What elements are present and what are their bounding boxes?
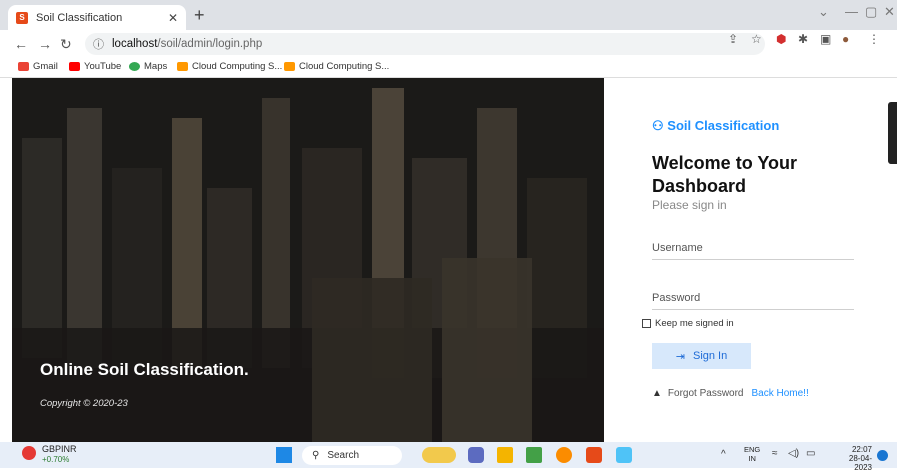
footer-links: ▲ Forgot Password Back Home!! bbox=[652, 388, 809, 399]
password-input[interactable] bbox=[652, 292, 854, 304]
welcome-heading: Welcome to Your Dashboard bbox=[652, 153, 798, 196]
site-favicon-icon: S bbox=[16, 11, 28, 24]
signin-subheading: Please sign in bbox=[652, 198, 727, 212]
bookmark-gmail[interactable]: Gmail bbox=[18, 61, 58, 72]
restore-icon[interactable]: ▢ bbox=[865, 4, 877, 20]
back-icon[interactable]: ← bbox=[14, 36, 28, 52]
sign-in-button[interactable]: ⇥ Sign In bbox=[652, 343, 751, 369]
keep-signed-in-checkbox[interactable]: Keep me signed in bbox=[642, 318, 734, 329]
sign-in-label: Sign In bbox=[692, 350, 728, 362]
gmail-icon bbox=[18, 62, 29, 71]
extensions-puzzle-icon[interactable]: ✱ bbox=[798, 32, 808, 46]
minimize-icon[interactable]: — bbox=[845, 4, 858, 19]
keep-signed-in-label: Keep me signed in bbox=[655, 318, 734, 329]
search-label: Search bbox=[327, 450, 360, 461]
widgets-icon[interactable] bbox=[422, 447, 456, 463]
city-skyline-illustration bbox=[12, 78, 604, 442]
stock-change: +0.70% bbox=[42, 455, 70, 464]
bookmark-star-icon[interactable]: ☆ bbox=[751, 32, 762, 46]
forgot-password-link[interactable]: Forgot Password bbox=[668, 388, 744, 399]
volume-icon[interactable]: ◁) bbox=[788, 448, 799, 459]
cloud-computing-icon bbox=[177, 62, 188, 71]
profile-avatar[interactable]: ● bbox=[842, 32, 849, 46]
soil-app-icon[interactable] bbox=[586, 447, 602, 463]
username-field[interactable] bbox=[652, 238, 854, 260]
wifi-icon[interactable]: ≈ bbox=[772, 448, 778, 459]
close-window-icon[interactable]: ✕ bbox=[884, 4, 895, 20]
language-indicator[interactable]: ENG IN bbox=[744, 445, 760, 463]
checkbox-box[interactable] bbox=[642, 319, 651, 328]
browser-tab[interactable]: S Soil Classification ✕ bbox=[8, 5, 186, 30]
stock-widget-icon[interactable] bbox=[22, 446, 36, 460]
bookmark-youtube[interactable]: YouTube bbox=[69, 61, 121, 72]
back-home-link[interactable]: Back Home!! bbox=[752, 388, 809, 399]
hero-copyright: Copyright © 2020-23 bbox=[40, 398, 128, 409]
stock-name[interactable]: GBPINR bbox=[42, 444, 77, 454]
new-tab-icon[interactable]: + bbox=[194, 5, 205, 26]
username-input[interactable] bbox=[652, 242, 854, 254]
sign-in-icon: ⇥ bbox=[675, 350, 685, 363]
site-info-icon[interactable]: ⓘ bbox=[93, 36, 104, 52]
login-panel: ⚇ Soil Classification Welcome to Your Da… bbox=[604, 78, 897, 442]
browser-toolbar: ← → ↻ ⓘ localhost /soil/admin/login.php bbox=[0, 30, 897, 58]
side-panel-icon[interactable]: ▣ bbox=[820, 32, 831, 46]
floating-extension-toolbar[interactable] bbox=[888, 102, 897, 164]
bookmarks-bar: Gmail YouTube Maps Cloud Computing S... … bbox=[0, 58, 897, 78]
password-field[interactable] bbox=[652, 288, 854, 310]
soil-logo-icon: ⚇ bbox=[652, 118, 664, 133]
windows-start-icon[interactable] bbox=[276, 447, 292, 463]
tab-title: Soil Classification bbox=[36, 11, 123, 24]
chrome-icon[interactable] bbox=[556, 447, 572, 463]
brand-name: Soil Classification bbox=[667, 118, 780, 133]
tray-overflow-icon[interactable]: ^ bbox=[721, 449, 726, 460]
bookmark-cloud-computing-2[interactable]: Cloud Computing S... bbox=[284, 61, 389, 72]
cloud-computing-icon bbox=[284, 62, 295, 71]
bookmark-cloud-computing-1[interactable]: Cloud Computing S... bbox=[177, 61, 282, 72]
extension-shield-icon[interactable]: ⬢ bbox=[776, 32, 786, 46]
close-tab-icon[interactable]: ✕ bbox=[168, 11, 178, 25]
store-icon[interactable] bbox=[526, 447, 542, 463]
bookmark-maps[interactable]: Maps bbox=[129, 61, 167, 72]
browser-tab-strip: S Soil Classification ✕ + ⌄ — ▢ ✕ bbox=[0, 0, 897, 30]
reload-icon[interactable]: ↻ bbox=[60, 36, 72, 53]
forward-icon[interactable]: → bbox=[38, 36, 52, 52]
network-tool-icon[interactable] bbox=[616, 447, 632, 463]
menu-kebab-icon[interactable]: ⋮ bbox=[868, 32, 880, 46]
taskbar-search[interactable]: ⚲ Search bbox=[302, 446, 402, 465]
file-explorer-icon[interactable] bbox=[497, 447, 513, 463]
hero-title: Online Soil Classification. bbox=[40, 360, 249, 379]
url-path: /soil/admin/login.php bbox=[157, 38, 263, 50]
url-host: localhost bbox=[112, 38, 158, 50]
battery-icon[interactable]: ▭ bbox=[806, 448, 815, 459]
brand-logo[interactable]: ⚇ Soil Classification bbox=[652, 118, 779, 134]
hero-city-image: Online Soil Classification. Copyright © … bbox=[12, 78, 604, 442]
share-icon[interactable]: ⇪ bbox=[728, 32, 738, 46]
maps-icon bbox=[129, 62, 140, 71]
notification-badge-icon[interactable] bbox=[877, 450, 888, 461]
tab-search-icon[interactable]: ⌄ bbox=[818, 4, 829, 20]
search-icon: ⚲ bbox=[312, 450, 320, 461]
youtube-icon bbox=[69, 62, 80, 71]
warning-icon: ▲ bbox=[652, 388, 662, 399]
chat-icon[interactable] bbox=[468, 447, 484, 463]
windows-taskbar: GBPINR +0.70% ⚲ Search ^ ENG IN ≈ ◁) ▭ 2… bbox=[0, 442, 897, 472]
address-bar[interactable]: ⓘ localhost /soil/admin/login.php bbox=[85, 33, 765, 55]
